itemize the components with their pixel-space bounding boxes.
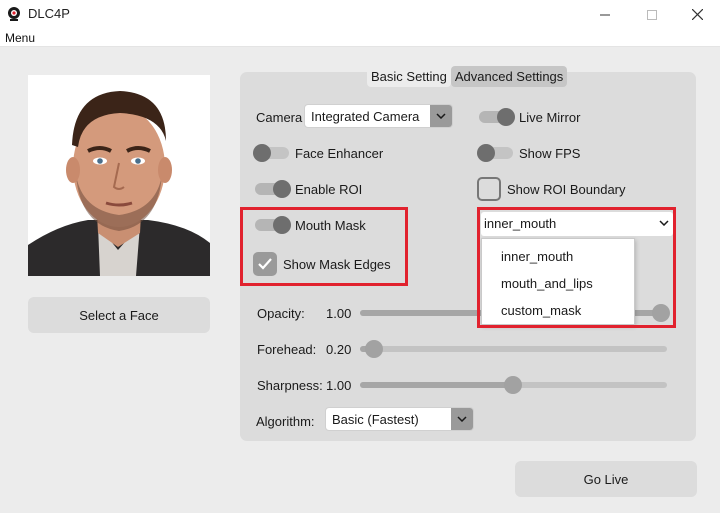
face-photo	[28, 75, 210, 276]
face-enhancer-switch[interactable]	[253, 144, 289, 162]
menu-bar: Menu	[0, 29, 720, 47]
title-bar: DLC4P	[0, 0, 720, 29]
face-photo-illustration	[28, 75, 210, 276]
menu-item-menu[interactable]: Menu	[5, 31, 35, 45]
mouth-mask-label: Mouth Mask	[295, 218, 366, 233]
show-roi-boundary-label: Show ROI Boundary	[507, 182, 626, 197]
enable-roi-label: Enable ROI	[295, 182, 363, 197]
show-fps-switch[interactable]	[477, 144, 513, 162]
tab-advanced-settings[interactable]: Advanced Settings	[450, 66, 568, 87]
checkmark-icon	[258, 258, 272, 270]
sharpness-label: Sharpness:	[257, 378, 323, 393]
chevron-down-icon[interactable]	[430, 105, 452, 127]
close-icon	[691, 9, 703, 20]
dropdown-option[interactable]: mouth_and_lips	[501, 276, 593, 291]
forehead-value: 0.20	[326, 342, 352, 357]
camera-select-value: Integrated Camera	[311, 109, 420, 124]
tab-basic-setting[interactable]: Basic Setting	[367, 66, 451, 87]
mouth-mask-switch[interactable]	[255, 216, 291, 234]
minimize-icon	[600, 14, 610, 15]
show-roi-boundary-checkbox[interactable]	[477, 177, 501, 201]
sharpness-slider[interactable]	[360, 376, 667, 394]
webcam-icon	[8, 7, 20, 21]
maximize-button[interactable]	[629, 0, 675, 29]
maximize-icon	[647, 9, 657, 20]
forehead-label: Forehead:	[257, 342, 317, 357]
dropdown-option[interactable]: custom_mask	[501, 303, 581, 318]
forehead-slider-thumb[interactable]	[365, 340, 383, 358]
live-mirror-label: Live Mirror	[519, 110, 581, 125]
opacity-value: 1.00	[326, 306, 352, 321]
mask-type-value: inner_mouth	[484, 216, 557, 231]
close-button[interactable]	[674, 0, 720, 29]
sharpness-value: 1.00	[326, 378, 352, 393]
settings-tabs: Basic Setting Advanced Settings	[367, 66, 568, 87]
mask-type-dropdown: inner_mouth mouth_and_lips custom_mask	[481, 238, 635, 325]
show-fps-label: Show FPS	[519, 146, 581, 161]
show-mask-edges-checkbox[interactable]	[253, 252, 277, 276]
chevron-down-icon[interactable]	[659, 220, 669, 226]
enable-roi-switch[interactable]	[255, 180, 291, 198]
algorithm-select[interactable]: Basic (Fastest)	[325, 407, 474, 431]
select-face-button[interactable]: Select a Face	[28, 297, 210, 333]
minimize-button[interactable]	[582, 0, 628, 29]
opacity-label: Opacity:	[257, 306, 305, 321]
opacity-slider-thumb[interactable]	[652, 304, 670, 322]
dropdown-option[interactable]: inner_mouth	[501, 249, 573, 264]
camera-label: Camera	[256, 110, 303, 125]
forehead-slider[interactable]	[360, 340, 667, 358]
face-enhancer-label: Face Enhancer	[295, 146, 384, 161]
show-mask-edges-label: Show Mask Edges	[283, 257, 391, 272]
window-title: DLC4P	[28, 6, 70, 21]
algorithm-select-value: Basic (Fastest)	[332, 412, 419, 427]
algorithm-label: Algorithm:	[256, 414, 315, 429]
live-mirror-switch[interactable]	[479, 108, 515, 126]
sharpness-slider-thumb[interactable]	[504, 376, 522, 394]
mask-type-select[interactable]: inner_mouth	[481, 212, 673, 236]
go-live-button[interactable]: Go Live	[515, 461, 697, 497]
camera-select[interactable]: Integrated Camera	[304, 104, 453, 128]
chevron-down-icon[interactable]	[451, 408, 473, 430]
